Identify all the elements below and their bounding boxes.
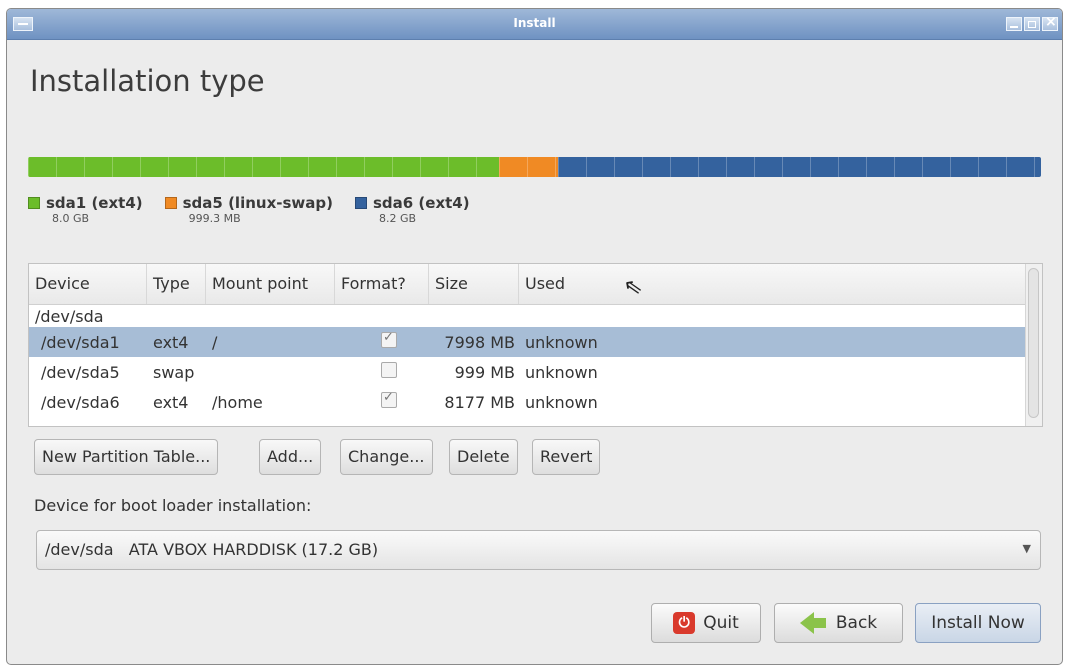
legend-item-sda6: sda6 (ext4) 8.2 GB	[354, 194, 470, 225]
delete-partition-button[interactable]: Delete	[449, 439, 518, 475]
new-partition-table-button[interactable]: New Partition Table...	[34, 439, 219, 475]
legend-name: sda6 (ext4)	[372, 194, 470, 212]
size-cell: 8177 MB	[444, 392, 515, 412]
legend-swatch	[28, 197, 40, 209]
type-cell: ext4	[153, 392, 189, 412]
format-checkbox[interactable]	[381, 330, 397, 348]
quit-button[interactable]: ⏻ Quit	[651, 603, 761, 643]
partition-legend: sda1 (ext4) 8.0 GB sda5 (linux-swap) 999…	[28, 194, 470, 225]
format-checkbox[interactable]	[381, 390, 397, 408]
legend-size: 8.0 GB	[52, 212, 90, 225]
used-cell: unknown	[525, 362, 598, 382]
table-scrollbar[interactable]	[1025, 264, 1042, 426]
legend-size: 8.2 GB	[378, 212, 417, 225]
partition-bar	[28, 157, 1041, 177]
close-button[interactable]	[1042, 14, 1058, 31]
size-cell: 7998 MB	[444, 332, 515, 352]
partition-table: Device Type Mount point Format? Size Use…	[28, 263, 1043, 427]
column-header-format[interactable]: Format?	[335, 264, 429, 304]
column-header-device[interactable]: Device	[29, 264, 147, 304]
device-cell: /dev/sda5	[41, 362, 120, 382]
format-checkbox[interactable]	[381, 362, 397, 378]
table-row[interactable]: /dev/sda1 ext4 / 7998 MB unknown	[29, 327, 1042, 357]
back-label: Back	[835, 613, 878, 633]
back-button[interactable]: Back	[774, 603, 903, 643]
legend-item-sda5: sda5 (linux-swap) 999.3 MB	[164, 194, 333, 225]
install-now-button[interactable]: Install Now	[915, 603, 1041, 643]
mount-cell: /	[212, 332, 218, 352]
title-bar[interactable]: Install	[7, 9, 1062, 40]
used-cell: unknown	[525, 332, 598, 352]
table-header: Device Type Mount point Format? Size Use…	[29, 264, 1042, 305]
legend-size: 999.3 MB	[188, 212, 241, 225]
bootloader-label: Device for boot loader installation:	[34, 496, 312, 515]
used-cell: unknown	[525, 392, 598, 412]
type-cell: ext4	[153, 332, 189, 352]
legend-swatch	[354, 197, 367, 209]
partition-segment-sda1	[28, 157, 500, 177]
format-cell	[335, 330, 429, 352]
device-cell: /dev/sda6	[41, 392, 120, 412]
page-title: Installation type	[30, 64, 265, 98]
revert-button[interactable]: Revert	[532, 439, 601, 475]
column-header-used[interactable]: Used	[519, 264, 1005, 304]
power-icon: ⏻	[673, 612, 696, 634]
minimize-button[interactable]	[1006, 17, 1022, 31]
install-now-label: Install Now	[931, 613, 1025, 633]
add-partition-button[interactable]: Add...	[259, 439, 322, 475]
maximize-button[interactable]	[1024, 17, 1040, 31]
mount-cell: /home	[212, 392, 263, 412]
legend-swatch	[164, 197, 177, 209]
format-cell	[335, 362, 429, 382]
device-cell: /dev/sda1	[41, 332, 120, 352]
legend-name: sda1 (ext4)	[46, 194, 143, 212]
change-partition-button[interactable]: Change...	[340, 439, 433, 475]
bootloader-device-select[interactable]: /dev/sda ATA VBOX HARDDISK (17.2 GB) ▼	[36, 530, 1041, 570]
table-row-disk[interactable]: /dev/sda	[29, 305, 1042, 327]
column-header-size[interactable]: Size	[429, 264, 519, 304]
window-title: Install	[513, 16, 556, 30]
column-header-type[interactable]: Type	[147, 264, 206, 304]
chevron-down-icon: ▼	[1022, 542, 1031, 555]
legend-item-sda1: sda1 (ext4) 8.0 GB	[28, 194, 143, 225]
scrollbar-thumb[interactable]	[1028, 268, 1039, 418]
table-row[interactable]: /dev/sda6 ext4 /home 8177 MB unknown	[29, 387, 1042, 417]
type-cell: swap	[153, 362, 195, 382]
back-arrow-icon	[799, 612, 826, 634]
device-cell: /dev/sda	[35, 306, 104, 326]
partition-segment-sda6	[557, 157, 1041, 177]
format-cell	[335, 390, 429, 412]
quit-label: Quit	[703, 613, 739, 633]
column-header-mount[interactable]: Mount point	[206, 264, 335, 304]
legend-name: sda5 (linux-swap)	[182, 194, 333, 212]
size-cell: 999 MB	[454, 362, 515, 382]
table-row[interactable]: /dev/sda5 swap 999 MB unknown	[29, 357, 1042, 387]
partition-segment-sda5	[499, 157, 558, 177]
bootloader-device-value: /dev/sda ATA VBOX HARDDISK (17.2 GB)	[45, 540, 379, 559]
